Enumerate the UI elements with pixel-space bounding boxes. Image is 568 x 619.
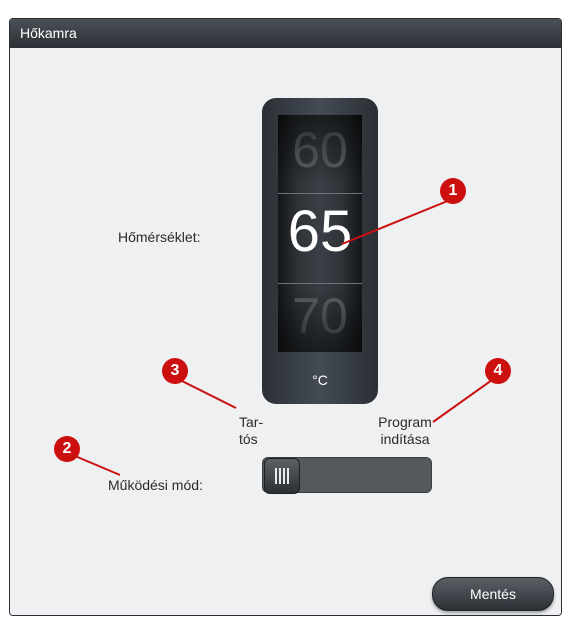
leader-line-3 (179, 379, 237, 409)
callout-leader-lines (74, 199, 493, 476)
leader-line-2 (74, 455, 121, 476)
callout-2: 2 (54, 436, 80, 462)
leader-line-1 (341, 199, 451, 245)
callout-1: 1 (440, 178, 466, 204)
callout-3: 3 (162, 358, 188, 384)
leader-line-4 (432, 379, 493, 423)
callout-4: 4 (485, 358, 511, 384)
